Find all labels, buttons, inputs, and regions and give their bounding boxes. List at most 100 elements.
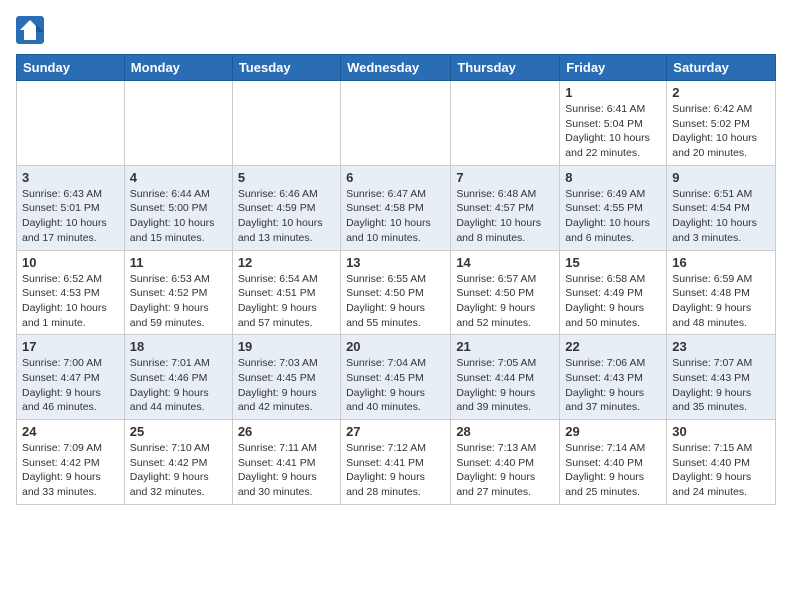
calendar-cell: 14 Sunrise: 6:57 AM Sunset: 4:50 PM Dayli… [451, 250, 560, 335]
day-number: 1 [565, 85, 661, 100]
day-info: Sunrise: 7:03 AM Sunset: 4:45 PM Dayligh… [238, 356, 335, 415]
day-number: 20 [346, 339, 445, 354]
calendar-cell [341, 81, 451, 166]
calendar-cell: 5 Sunrise: 6:46 AM Sunset: 4:59 PM Daylig… [232, 165, 340, 250]
day-info: Sunrise: 7:13 AM Sunset: 4:40 PM Dayligh… [456, 441, 554, 500]
day-number: 14 [456, 255, 554, 270]
calendar-cell: 26 Sunrise: 7:11 AM Sunset: 4:41 PM Dayli… [232, 420, 340, 505]
day-info: Sunrise: 6:51 AM Sunset: 4:54 PM Dayligh… [672, 187, 770, 246]
day-number: 8 [565, 170, 661, 185]
day-number: 28 [456, 424, 554, 439]
day-info: Sunrise: 7:05 AM Sunset: 4:44 PM Dayligh… [456, 356, 554, 415]
calendar-cell: 2 Sunrise: 6:42 AM Sunset: 5:02 PM Daylig… [667, 81, 776, 166]
day-number: 11 [130, 255, 227, 270]
page-header [16, 16, 776, 44]
day-number: 26 [238, 424, 335, 439]
day-number: 15 [565, 255, 661, 270]
day-number: 22 [565, 339, 661, 354]
weekday-header: Saturday [667, 55, 776, 81]
day-number: 9 [672, 170, 770, 185]
weekday-header: Thursday [451, 55, 560, 81]
day-info: Sunrise: 6:52 AM Sunset: 4:53 PM Dayligh… [22, 272, 119, 331]
calendar-cell: 19 Sunrise: 7:03 AM Sunset: 4:45 PM Dayli… [232, 335, 340, 420]
day-number: 4 [130, 170, 227, 185]
calendar-cell: 30 Sunrise: 7:15 AM Sunset: 4:40 PM Dayli… [667, 420, 776, 505]
calendar-cell: 9 Sunrise: 6:51 AM Sunset: 4:54 PM Daylig… [667, 165, 776, 250]
day-info: Sunrise: 6:49 AM Sunset: 4:55 PM Dayligh… [565, 187, 661, 246]
calendar-cell: 28 Sunrise: 7:13 AM Sunset: 4:40 PM Dayli… [451, 420, 560, 505]
day-number: 25 [130, 424, 227, 439]
day-info: Sunrise: 7:10 AM Sunset: 4:42 PM Dayligh… [130, 441, 227, 500]
day-number: 21 [456, 339, 554, 354]
calendar-cell: 6 Sunrise: 6:47 AM Sunset: 4:58 PM Daylig… [341, 165, 451, 250]
calendar-cell [17, 81, 125, 166]
day-number: 10 [22, 255, 119, 270]
day-info: Sunrise: 7:00 AM Sunset: 4:47 PM Dayligh… [22, 356, 119, 415]
day-number: 5 [238, 170, 335, 185]
calendar-cell: 21 Sunrise: 7:05 AM Sunset: 4:44 PM Dayli… [451, 335, 560, 420]
calendar-cell: 15 Sunrise: 6:58 AM Sunset: 4:49 PM Dayli… [560, 250, 667, 335]
day-info: Sunrise: 7:11 AM Sunset: 4:41 PM Dayligh… [238, 441, 335, 500]
day-number: 6 [346, 170, 445, 185]
calendar-cell: 24 Sunrise: 7:09 AM Sunset: 4:42 PM Dayli… [17, 420, 125, 505]
day-number: 30 [672, 424, 770, 439]
calendar-cell: 1 Sunrise: 6:41 AM Sunset: 5:04 PM Daylig… [560, 81, 667, 166]
day-info: Sunrise: 7:09 AM Sunset: 4:42 PM Dayligh… [22, 441, 119, 500]
day-number: 13 [346, 255, 445, 270]
day-info: Sunrise: 7:12 AM Sunset: 4:41 PM Dayligh… [346, 441, 445, 500]
day-number: 23 [672, 339, 770, 354]
weekday-header: Sunday [17, 55, 125, 81]
calendar-cell: 11Sunrise: 6:53 AM Sunset: 4:52 PM Dayli… [124, 250, 232, 335]
calendar-cell: 12Sunrise: 6:54 AM Sunset: 4:51 PM Dayli… [232, 250, 340, 335]
day-info: Sunrise: 7:15 AM Sunset: 4:40 PM Dayligh… [672, 441, 770, 500]
day-info: Sunrise: 7:06 AM Sunset: 4:43 PM Dayligh… [565, 356, 661, 415]
weekday-header: Wednesday [341, 55, 451, 81]
day-info: Sunrise: 7:07 AM Sunset: 4:43 PM Dayligh… [672, 356, 770, 415]
calendar-cell: 10 Sunrise: 6:52 AM Sunset: 4:53 PM Dayli… [17, 250, 125, 335]
day-info: Sunrise: 6:47 AM Sunset: 4:58 PM Dayligh… [346, 187, 445, 246]
calendar-week-row: 10 Sunrise: 6:52 AM Sunset: 4:53 PM Dayli… [17, 250, 776, 335]
calendar-cell [232, 81, 340, 166]
logo-icon [16, 16, 44, 44]
day-number: 24 [22, 424, 119, 439]
weekday-header: Friday [560, 55, 667, 81]
day-info: Sunrise: 6:42 AM Sunset: 5:02 PM Dayligh… [672, 102, 770, 161]
day-number: 18 [130, 339, 227, 354]
day-number: 19 [238, 339, 335, 354]
calendar-cell: 16 Sunrise: 6:59 AM Sunset: 4:48 PM Dayli… [667, 250, 776, 335]
calendar-cell: 25 Sunrise: 7:10 AM Sunset: 4:42 PM Dayli… [124, 420, 232, 505]
day-info: Sunrise: 7:01 AM Sunset: 4:46 PM Dayligh… [130, 356, 227, 415]
calendar-table: SundayMondayTuesdayWednesdayThursdayFrid… [16, 54, 776, 505]
day-number: 2 [672, 85, 770, 100]
calendar-cell: 29 Sunrise: 7:14 AM Sunset: 4:40 PM Dayli… [560, 420, 667, 505]
day-info: Sunrise: 6:41 AM Sunset: 5:04 PM Dayligh… [565, 102, 661, 161]
calendar-cell: 23 Sunrise: 7:07 AM Sunset: 4:43 PM Dayli… [667, 335, 776, 420]
calendar-week-row: 17 Sunrise: 7:00 AM Sunset: 4:47 PM Dayli… [17, 335, 776, 420]
calendar-week-row: 3Sunrise: 6:43 AM Sunset: 5:01 PM Daylig… [17, 165, 776, 250]
calendar-cell: 7 Sunrise: 6:48 AM Sunset: 4:57 PM Daylig… [451, 165, 560, 250]
calendar-cell: 8 Sunrise: 6:49 AM Sunset: 4:55 PM Daylig… [560, 165, 667, 250]
day-info: Sunrise: 6:54 AM Sunset: 4:51 PM Dayligh… [238, 272, 335, 331]
day-info: Sunrise: 6:43 AM Sunset: 5:01 PM Dayligh… [22, 187, 119, 246]
day-number: 17 [22, 339, 119, 354]
day-info: Sunrise: 6:58 AM Sunset: 4:49 PM Dayligh… [565, 272, 661, 331]
calendar-cell: 27Sunrise: 7:12 AM Sunset: 4:41 PM Dayli… [341, 420, 451, 505]
logo [16, 16, 48, 44]
day-info: Sunrise: 6:44 AM Sunset: 5:00 PM Dayligh… [130, 187, 227, 246]
calendar-cell: 18 Sunrise: 7:01 AM Sunset: 4:46 PM Dayli… [124, 335, 232, 420]
day-info: Sunrise: 6:48 AM Sunset: 4:57 PM Dayligh… [456, 187, 554, 246]
day-number: 16 [672, 255, 770, 270]
calendar-cell [124, 81, 232, 166]
calendar-week-row: 1 Sunrise: 6:41 AM Sunset: 5:04 PM Daylig… [17, 81, 776, 166]
day-number: 29 [565, 424, 661, 439]
calendar-cell: 17 Sunrise: 7:00 AM Sunset: 4:47 PM Dayli… [17, 335, 125, 420]
calendar-week-row: 24 Sunrise: 7:09 AM Sunset: 4:42 PM Dayli… [17, 420, 776, 505]
day-number: 7 [456, 170, 554, 185]
day-info: Sunrise: 6:59 AM Sunset: 4:48 PM Dayligh… [672, 272, 770, 331]
day-info: Sunrise: 6:57 AM Sunset: 4:50 PM Dayligh… [456, 272, 554, 331]
day-info: Sunrise: 6:46 AM Sunset: 4:59 PM Dayligh… [238, 187, 335, 246]
calendar-cell: 20Sunrise: 7:04 AM Sunset: 4:45 PM Dayli… [341, 335, 451, 420]
calendar-cell: 13Sunrise: 6:55 AM Sunset: 4:50 PM Dayli… [341, 250, 451, 335]
day-info: Sunrise: 7:14 AM Sunset: 4:40 PM Dayligh… [565, 441, 661, 500]
weekday-header: Monday [124, 55, 232, 81]
